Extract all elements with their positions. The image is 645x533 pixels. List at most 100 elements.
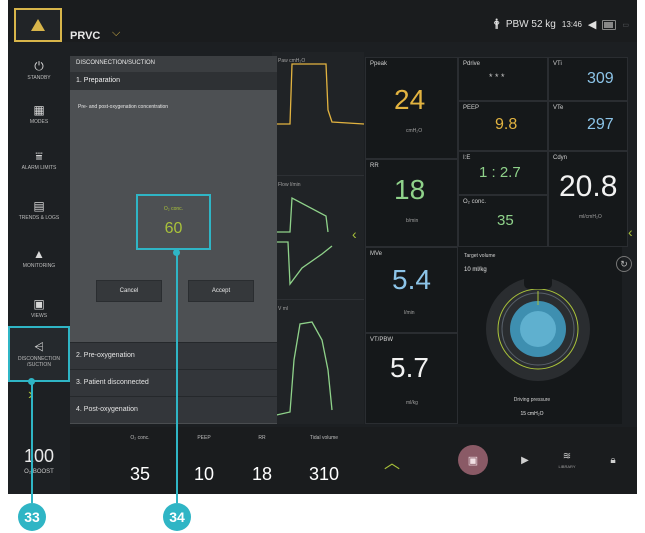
accept-button[interactable]: Accept <box>188 280 254 302</box>
setting-label: Tidal volume <box>309 435 339 441</box>
sidebar-item-label: MONITORING <box>22 262 56 269</box>
setting-rr[interactable]: RR 18 <box>234 433 290 489</box>
dialog-title: DISCONNECTION/SUCTION <box>70 56 277 72</box>
tile-vte[interactable]: VTe 297 <box>548 101 628 151</box>
chevron-up-icon[interactable]: ︿ <box>374 447 410 475</box>
callout-33-dot <box>28 378 35 385</box>
modes-grid-icon: ▦ <box>33 102 45 117</box>
vtpbw-value: 5.7 <box>390 352 429 383</box>
sidebar-item-label: STANDBY <box>27 74 51 81</box>
chevron-left-icon[interactable]: ‹ <box>628 224 633 240</box>
waveform-area: Paw cmH₂O Flow l/min V ml <box>272 52 364 424</box>
dialog-body: Pre- and post-oxygenation concentration … <box>70 90 277 342</box>
alarm-bell-button[interactable] <box>14 8 62 42</box>
tile-cdyn[interactable]: Cdyn 20.8 ml/cmH₂O <box>548 151 628 247</box>
refresh-icon[interactable]: ↻ <box>616 256 632 272</box>
ppeak-value: 24 <box>394 84 426 115</box>
step-pre-oxygenation: 2. Pre-oxygenation <box>70 342 277 369</box>
rr-unit: b/min <box>406 218 419 224</box>
setting-label: O₂ conc. <box>130 435 150 441</box>
o2-boost-value: 100 <box>23 446 55 466</box>
o2-conc-setting[interactable]: O₂ conc. 60 <box>136 194 211 250</box>
volume-waveform: V ml <box>272 300 364 424</box>
vtpbw-label: VT/PBW <box>370 337 394 343</box>
tile-vti[interactable]: VTi 309 <box>548 57 628 101</box>
setting-tidal-volume[interactable]: Tidal volume 310 <box>296 433 352 489</box>
setting-value: 10 <box>193 464 215 484</box>
sidebar-item-alarm-limits[interactable]: ⩸ ALARM LIMITS <box>8 132 70 188</box>
tile-vtpbw[interactable]: VT/PBW 5.7 ml/kg <box>365 333 458 424</box>
tile-mve[interactable]: MVe 5.4 l/min <box>365 247 458 333</box>
library-icon: ≋ <box>562 451 572 462</box>
battery-icon <box>602 19 617 30</box>
pbw-readout[interactable]: PBW 52 kg <box>506 19 556 30</box>
speaker-icon[interactable]: ◀ <box>588 18 596 31</box>
volume-curve <box>272 321 333 417</box>
patient-icon: 🛉 <box>493 18 500 30</box>
clock: 13:46 <box>561 20 582 29</box>
power-icon: ⏻ <box>34 58 44 73</box>
vte-label: VTe <box>553 105 564 111</box>
o2-conc-label: O₂ conc. <box>163 206 184 212</box>
driving-pressure-label: Driving pressure <box>513 397 551 403</box>
tile-peep[interactable]: PEEP 9.8 <box>458 101 548 151</box>
callout-33: 33 <box>18 503 46 531</box>
vtpbw-unit: ml/kg <box>406 400 418 406</box>
pressure-waveform: Paw cmH₂O <box>272 52 364 176</box>
cancel-button[interactable]: Cancel <box>96 280 162 302</box>
driving-pressure-value: 15 cmH₂O <box>520 411 544 417</box>
bottom-bar: 100 O₂ BOOST O₂ conc. 35 PEEP 10 RR 18 T… <box>8 427 637 494</box>
callout-34-line <box>176 252 178 503</box>
o2conc-label: O₂ conc. <box>463 199 487 205</box>
tile-o2-conc[interactable]: O₂ conc. 35 <box>458 195 548 247</box>
mve-label: MVe <box>370 251 383 257</box>
o2-boost-button[interactable]: 100 O₂ BOOST <box>8 427 70 494</box>
o2-conc-value: 60 <box>164 220 183 237</box>
callout-33-line <box>31 381 33 503</box>
sidebar-item-label: ALARM LIMITS <box>21 164 57 171</box>
tile-rr[interactable]: RR 18 b/min <box>365 159 458 247</box>
o2-boost-label: O₂ BOOST <box>24 469 54 475</box>
chevron-down-icon[interactable]: ⌵ <box>112 27 120 40</box>
peep-label: PEEP <box>463 105 480 111</box>
rr-value: 18 <box>394 174 426 205</box>
sidebar-item-monitoring[interactable]: ▲ MONITORING <box>8 230 70 286</box>
lock-button[interactable]: 🔒︎ <box>594 441 632 479</box>
sidebar-item-label: VIEWS <box>30 312 48 319</box>
ie-label: I:E <box>463 155 471 161</box>
tile-ppeak[interactable]: Ppeak 24 cmH₂O <box>365 57 458 159</box>
library-button[interactable]: ≋ LIBRARY <box>548 441 586 479</box>
views-icon: ▣ <box>33 296 45 311</box>
freeze-button[interactable]: ▣ <box>454 441 492 479</box>
sidebar-item-disconnection[interactable]: ⩤ DISCONNECTION /SUCTION <box>8 326 70 382</box>
setting-value: 35 <box>129 464 151 484</box>
top-bar: PRVC ⌵ 🛉 PBW 52 kg 13:46 ◀ ▭ <box>8 0 637 42</box>
rr-label: RR <box>370 163 379 169</box>
alarm-limits-icon: ⩸ <box>35 148 43 163</box>
tile-pdrive[interactable]: Pdrive * * * <box>458 57 548 101</box>
setting-label: PEEP <box>197 435 211 441</box>
record-button[interactable]: ▶ <box>506 441 544 479</box>
ppeak-unit: cmH₂O <box>406 128 423 134</box>
setting-value: 310 <box>308 464 340 484</box>
o2conc-value: 35 <box>497 212 514 229</box>
disconnection-suction-dialog: DISCONNECTION/SUCTION 1. Preparation Pre… <box>70 56 277 424</box>
vte-value: 297 <box>587 116 614 133</box>
mode-label[interactable]: PRVC <box>70 30 100 42</box>
mve-unit: l/min <box>404 310 415 316</box>
pdrive-label: Pdrive <box>463 61 481 67</box>
tile-ie[interactable]: I:E 1 : 2.7 <box>458 151 548 195</box>
setting-label: RR <box>258 435 266 441</box>
power-icon: ▭ <box>622 21 629 29</box>
setting-o2-conc[interactable]: O₂ conc. 35 <box>112 433 168 489</box>
target-volume-panel[interactable]: Target volume 10 ml/kg Driving pressure … <box>458 247 622 424</box>
setting-peep[interactable]: PEEP 10 <box>176 433 232 489</box>
vti-value: 309 <box>587 70 614 87</box>
suction-icon: ⩤ <box>34 339 44 354</box>
chevron-left-icon[interactable]: ‹ <box>352 226 357 242</box>
lock-icon: 🔒︎ <box>610 454 616 466</box>
step-patient-disconnected: 3. Patient disconnected <box>70 369 277 396</box>
trends-icon: ▤ <box>33 198 45 213</box>
mve-value: 5.4 <box>392 264 431 295</box>
cdyn-unit: ml/cmH₂O <box>579 214 602 220</box>
